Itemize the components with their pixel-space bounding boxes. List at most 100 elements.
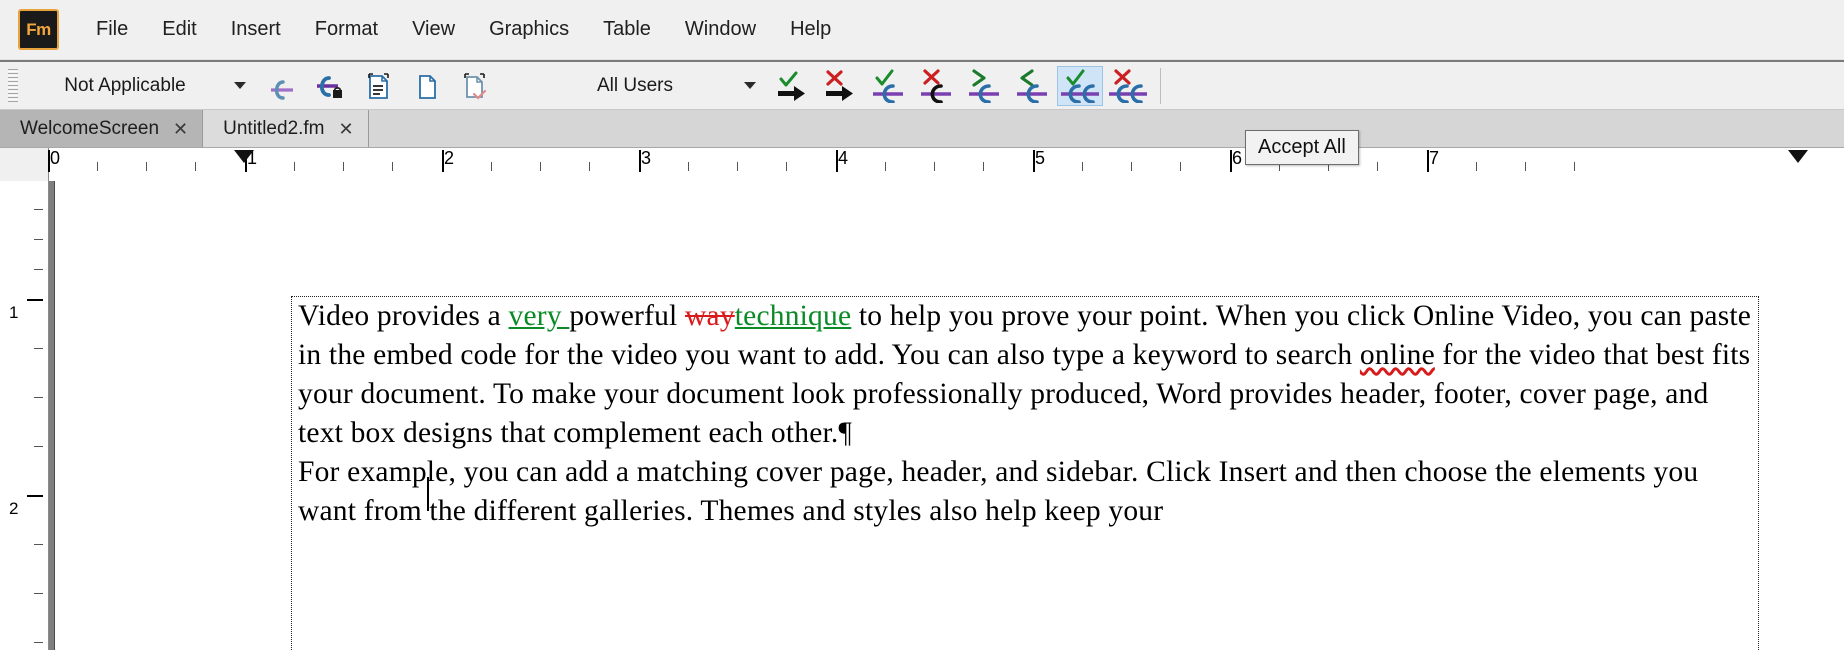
menu-item-view[interactable]: View xyxy=(395,12,472,47)
conditional-text-toolbar: Not Applicable All Users xyxy=(0,60,1844,110)
chevron-down-icon[interactable] xyxy=(744,82,756,89)
menu-item-edit[interactable]: Edit xyxy=(145,12,213,47)
menu-item-format[interactable]: Format xyxy=(298,12,395,47)
ruler-minor-tick xyxy=(786,162,787,171)
hide-conditional-text-button[interactable] xyxy=(403,66,449,106)
horizontal-ruler-track[interactable]: 0 1 2 3 4 5 6 7 xyxy=(48,148,1844,181)
vruler-tick xyxy=(27,495,43,497)
ruler-label-5: 5 xyxy=(1035,148,1046,168)
run-text: Video provides a xyxy=(298,300,509,332)
ruler-minor-tick xyxy=(491,162,492,171)
ruler-minor-tick xyxy=(343,162,344,171)
ruler-minor-tick xyxy=(1180,162,1181,171)
framemaker-window: Fm File Edit Insert Format View Graphics… xyxy=(0,0,1844,650)
reject-change-button[interactable] xyxy=(913,66,959,106)
close-icon[interactable]: ✕ xyxy=(339,120,354,138)
ruler-label-7: 7 xyxy=(1429,148,1440,168)
vruler-minor-tick xyxy=(34,642,43,643)
run-spellcheck: online xyxy=(1359,339,1435,371)
condition-tag-combo[interactable]: Not Applicable xyxy=(22,69,258,103)
ruler-minor-tick xyxy=(540,162,541,171)
menu-item-help[interactable]: Help xyxy=(773,12,848,47)
tab-bar-empty-area xyxy=(368,110,1844,147)
accept-change-button[interactable] xyxy=(865,66,911,106)
ruler-minor-tick xyxy=(1377,162,1378,171)
text-cursor xyxy=(427,477,429,511)
menu-item-graphics[interactable]: Graphics xyxy=(472,12,586,47)
vruler-minor-tick xyxy=(34,446,43,447)
menu-item-insert[interactable]: Insert xyxy=(214,12,298,47)
run-deletion: way xyxy=(685,300,735,332)
track-changes-user-combo[interactable]: All Users xyxy=(532,69,768,103)
ruler-minor-tick xyxy=(146,162,147,171)
chevron-down-icon[interactable] xyxy=(234,82,246,89)
accept-change-icon xyxy=(873,69,903,103)
accept-all-tooltip: Accept All xyxy=(1245,130,1359,165)
toolbar-separator xyxy=(1160,67,1161,104)
document-scroll-area[interactable]: Video provides a very powerful waytechni… xyxy=(49,181,1844,650)
accept-arrow-icon xyxy=(778,71,805,101)
show-all-conditional-text-button[interactable] xyxy=(355,66,401,106)
menu-item-window[interactable]: Window xyxy=(668,12,773,47)
vruler-minor-tick xyxy=(34,397,43,398)
condition-tag-value: Not Applicable xyxy=(64,74,186,96)
reject-all-icon xyxy=(1109,68,1147,103)
ruler-label-3: 3 xyxy=(641,148,652,168)
apply-condition-button[interactable] xyxy=(259,66,305,106)
previous-change-icon xyxy=(1017,68,1047,103)
toolbar-grip-handle[interactable] xyxy=(8,68,18,103)
reject-all-button[interactable] xyxy=(1105,66,1151,106)
text-frame[interactable]: Video provides a very powerful waytechni… xyxy=(291,296,1759,650)
reject-change-go-next-button[interactable] xyxy=(817,66,863,106)
reject-change-icon xyxy=(921,68,951,103)
vruler-minor-tick xyxy=(34,348,43,349)
accept-all-button[interactable] xyxy=(1057,65,1103,106)
ruler-minor-tick xyxy=(934,162,935,171)
tab-welcomescreen[interactable]: WelcomeScreen ✕ xyxy=(0,110,204,147)
close-icon[interactable]: ✕ xyxy=(173,120,188,138)
menu-item-file[interactable]: File xyxy=(79,12,145,47)
run-insertion: very xyxy=(508,300,570,332)
run-text: powerful xyxy=(569,300,686,332)
ruler-label-0: 0 xyxy=(50,148,61,168)
show-condition-indicators-button[interactable] xyxy=(451,66,497,106)
ruler-corner xyxy=(0,148,49,181)
document-tab-bar: WelcomeScreen ✕ Untitled2.fm ✕ xyxy=(0,110,1844,148)
ruler-minor-tick xyxy=(1574,162,1575,171)
ruler-minor-tick xyxy=(97,162,98,171)
menu-item-table[interactable]: Table xyxy=(586,12,668,47)
ruler-label-6: 6 xyxy=(1232,148,1243,168)
ruler-label-4: 4 xyxy=(838,148,849,168)
ruler-minor-tick xyxy=(1131,162,1132,171)
ruler-minor-tick xyxy=(737,162,738,171)
vruler-minor-tick xyxy=(34,269,43,270)
ruler-label-2: 2 xyxy=(444,148,455,168)
menu-bar: Fm File Edit Insert Format View Graphics… xyxy=(0,0,1844,60)
run-insertion: technique xyxy=(734,300,852,332)
ruler-minor-tick xyxy=(589,162,590,171)
document-paragraph-1[interactable]: Video provides a very powerful waytechni… xyxy=(298,297,1752,453)
find-previous-change-button[interactable] xyxy=(1009,66,1055,106)
horizontal-ruler[interactable]: 0 1 2 3 4 5 6 7 xyxy=(0,148,1844,182)
document-page[interactable]: Video provides a very powerful waytechni… xyxy=(54,181,1844,650)
vertical-ruler[interactable]: 1 2 xyxy=(0,181,49,650)
vruler-minor-tick xyxy=(34,239,43,240)
right-indent-marker[interactable] xyxy=(1788,150,1808,163)
find-next-change-button[interactable] xyxy=(961,66,1007,106)
tab-welcomescreen-label: WelcomeScreen xyxy=(20,117,160,139)
accept-change-go-next-button[interactable] xyxy=(769,66,815,106)
ruler-minor-tick xyxy=(688,162,689,171)
ruler-minor-tick xyxy=(1525,162,1526,171)
next-change-icon xyxy=(969,68,999,103)
show-hide-conditional-text-button[interactable] xyxy=(307,66,353,106)
first-line-indent-marker[interactable] xyxy=(234,150,254,163)
document-paragraph-2[interactable]: For example, you can add a matching cove… xyxy=(298,453,1752,531)
ruler-minor-tick xyxy=(983,162,984,171)
ruler-minor-tick xyxy=(294,162,295,171)
vruler-minor-tick xyxy=(34,593,43,594)
tab-untitled2-fm[interactable]: Untitled2.fm ✕ xyxy=(203,110,369,147)
ruler-minor-tick xyxy=(392,162,393,171)
ruler-minor-tick xyxy=(195,162,196,171)
reject-arrow-icon xyxy=(826,69,853,101)
framemaker-logo-icon[interactable]: Fm xyxy=(18,9,59,50)
